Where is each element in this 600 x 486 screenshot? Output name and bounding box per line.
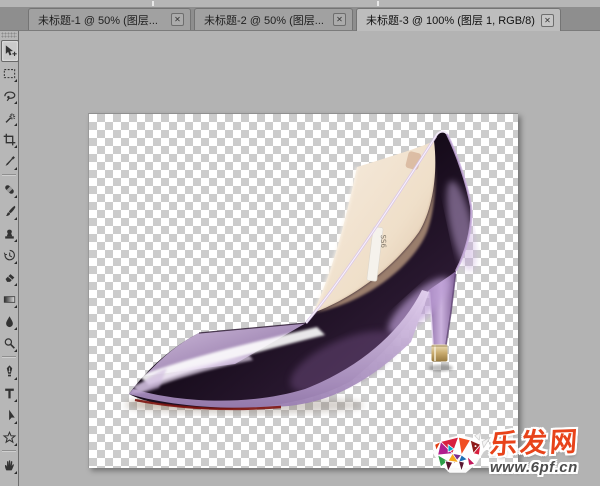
lasso-tool-button[interactable]	[0, 84, 18, 106]
tab-close-icon[interactable]: ✕	[333, 13, 346, 26]
pen-icon	[2, 364, 17, 379]
tab-untitled-3-active[interactable]: 未标题-3 @ 100% (图层 1, RGB/8) * ✕	[356, 8, 561, 31]
document-canvas[interactable]: SS6	[88, 113, 518, 468]
tab-close-icon[interactable]: ✕	[541, 14, 554, 27]
move-tool-button[interactable]	[1, 40, 19, 62]
gradient-tool-button[interactable]	[0, 288, 18, 310]
tab-untitled-1[interactable]: 未标题-1 @ 50% (图层... ✕	[28, 8, 191, 30]
crop-tool-button[interactable]	[0, 128, 18, 150]
path-selection-icon	[2, 408, 17, 423]
tool-group-separator	[2, 356, 16, 358]
magic-wand-tool-button[interactable]	[0, 106, 18, 128]
tool-group-separator	[2, 174, 16, 176]
panel-grip[interactable]	[1, 32, 17, 38]
custom-shape-tool-button[interactable]	[0, 426, 18, 448]
custom-shape-icon	[2, 430, 17, 445]
type-icon	[2, 386, 17, 401]
spot-healing-brush-tool-button[interactable]	[0, 178, 18, 200]
eraser-icon	[2, 270, 17, 285]
hand-tool-button[interactable]	[0, 454, 18, 476]
tool-group-separator	[2, 450, 16, 452]
tab-label: 未标题-1 @ 50% (图层...	[38, 12, 165, 28]
eraser-tool-button[interactable]	[0, 266, 18, 288]
clone-stamp-tool-button[interactable]	[0, 222, 18, 244]
tab-close-icon[interactable]: ✕	[171, 13, 184, 26]
size-sticker-text: SS6	[379, 234, 387, 248]
crop-icon	[2, 132, 17, 147]
tab-untitled-2[interactable]: 未标题-2 @ 50% (图层... ✕	[194, 8, 353, 30]
dodge-icon	[2, 336, 17, 351]
tab-label: 未标题-3 @ 100% (图层 1, RGB/8) *	[366, 12, 535, 28]
brush-icon	[2, 204, 17, 219]
type-tool-button[interactable]	[0, 382, 18, 404]
dodge-tool-button[interactable]	[0, 332, 18, 354]
document-tabbar: 未标题-1 @ 50% (图层... ✕ 未标题-2 @ 50% (图层... …	[0, 7, 600, 31]
lasso-icon	[2, 88, 17, 103]
tools-panel	[0, 31, 19, 486]
gradient-icon	[2, 292, 17, 307]
eyedropper-icon	[2, 154, 17, 169]
blur-icon	[2, 314, 17, 329]
path-selection-tool-button[interactable]	[0, 404, 18, 426]
spot-healing-brush-icon	[2, 182, 17, 197]
clone-stamp-icon	[2, 226, 17, 241]
brush-tool-button[interactable]	[0, 200, 18, 222]
rectangular-marquee-icon	[2, 66, 17, 81]
history-brush-icon	[2, 248, 17, 263]
hand-icon	[2, 458, 17, 473]
blur-tool-button[interactable]	[0, 310, 18, 332]
move-icon	[3, 44, 18, 59]
shoe-image: SS6	[89, 114, 518, 468]
magic-wand-icon	[2, 110, 17, 125]
window-divider-tick	[377, 1, 379, 6]
rectangular-marquee-tool-button[interactable]	[0, 62, 18, 84]
pen-tool-button[interactable]	[0, 360, 18, 382]
history-brush-tool-button[interactable]	[0, 244, 18, 266]
window-top-strip	[0, 0, 600, 7]
window-divider-tick	[152, 1, 154, 6]
tab-label: 未标题-2 @ 50% (图层...	[204, 12, 327, 28]
eyedropper-tool-button[interactable]	[0, 150, 18, 172]
